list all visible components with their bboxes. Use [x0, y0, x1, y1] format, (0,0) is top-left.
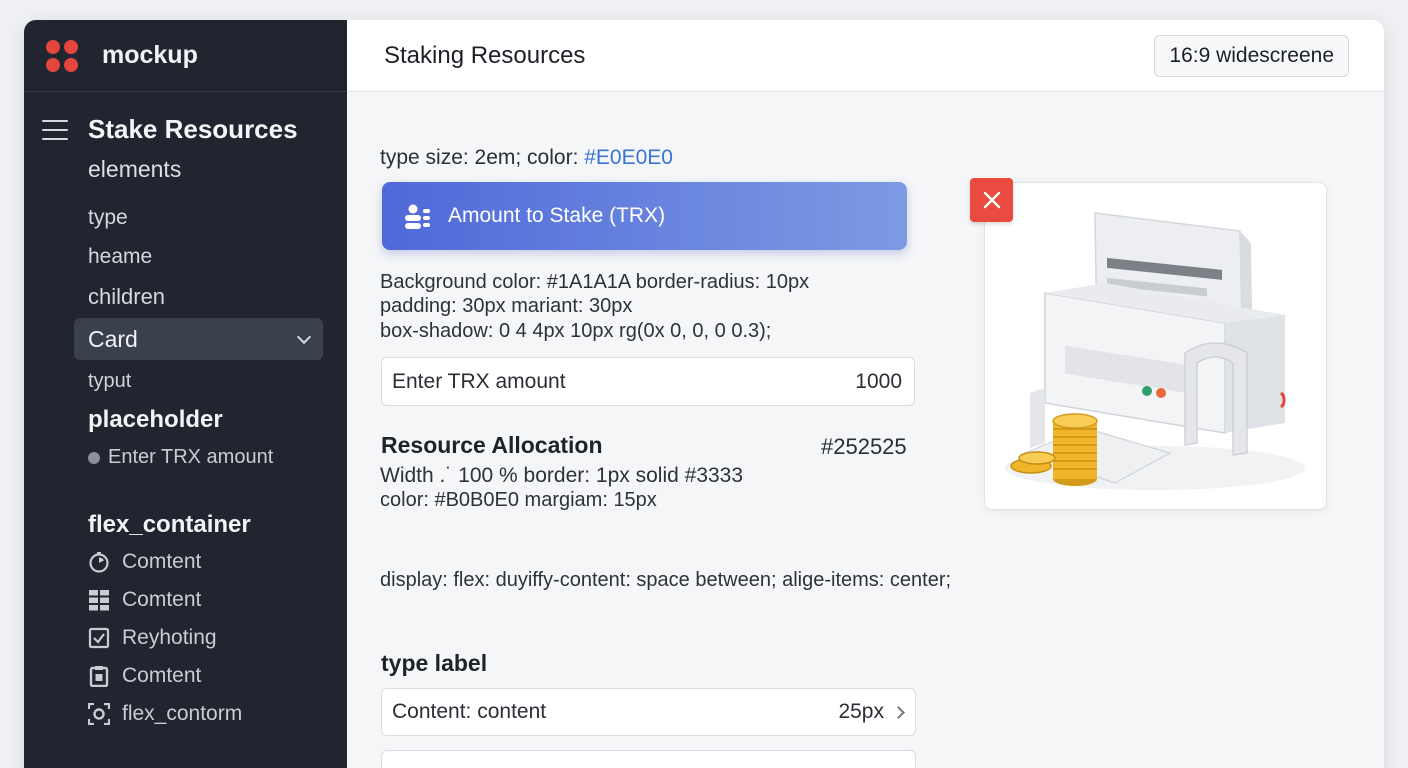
component-type-select[interactable]: Card	[74, 318, 323, 360]
grid-icon	[89, 590, 109, 611]
flex-container-heading: flex_container	[88, 511, 251, 538]
aspect-ratio-button[interactable]: 16:9 widescreene	[1154, 35, 1349, 77]
flex-style-line: display: flex: duyiffy-content: space be…	[380, 569, 952, 591]
resource-allocation-title: Resource Allocation	[381, 432, 603, 458]
sidebar: mockup Stake Resources elements type hea…	[24, 20, 347, 768]
color-line: color: #B0B0E0 margiam: 15px	[380, 489, 657, 511]
content-row-label: Content: content	[392, 700, 547, 723]
checkbox-icon	[88, 627, 110, 649]
flex-item-reyhoting[interactable]: Reyhoting	[88, 626, 217, 650]
type-size-line: type size: 2em; color: #E0E0E0	[380, 146, 673, 170]
stake-button-label: Amount to Stake (TRX)	[448, 204, 666, 227]
top-bar: Staking Resources 16:9 widescreene	[347, 20, 1384, 92]
flex-item-contorm[interactable]: flex_contorm	[88, 702, 242, 726]
page-title: Staking Resources	[384, 42, 586, 69]
content-row-value: 25px	[838, 700, 884, 723]
sidebar-item-children[interactable]: children	[88, 284, 165, 310]
flex-item-label: flex_contorm	[122, 702, 243, 725]
type-size-text: type size: 2em; color:	[380, 146, 585, 169]
logo-icon	[46, 39, 78, 72]
focus-icon	[88, 703, 110, 725]
trx-amount-input[interactable]: Enter TRX amount 1000	[381, 357, 915, 406]
hamburger-menu-icon[interactable]	[42, 119, 68, 140]
chevron-right-icon	[892, 705, 905, 719]
width-line: Width .˙ 100 % border: 1px solid #3333	[380, 464, 744, 487]
trx-input-placeholder: Enter TRX amount	[392, 369, 566, 393]
close-icon	[983, 191, 1000, 209]
app-name: mockup	[102, 41, 198, 69]
logo-row: mockup	[24, 20, 347, 92]
style-line-1: Background color: #1A1A1A border-radius:…	[380, 271, 810, 293]
illustration-card	[984, 182, 1327, 510]
select-value: Card	[88, 325, 138, 352]
sidebar-header: Stake Resources	[42, 114, 298, 145]
style-line-2: padding: 30px mariant: 30px	[380, 295, 633, 317]
users-icon	[405, 204, 430, 229]
sidebar-title: Stake Resources	[88, 114, 298, 144]
next-content-row[interactable]	[381, 750, 916, 768]
sidebar-item-heame[interactable]: heame	[88, 245, 152, 269]
content-row-value-wrap: 25px	[838, 700, 905, 724]
flex-item-content-2[interactable]: Comtent	[88, 588, 201, 612]
sidebar-label-typut: typut	[88, 370, 132, 392]
staking-machine-illustration	[1005, 212, 1305, 490]
timer-icon	[89, 552, 109, 573]
type-size-color: #E0E0E0	[584, 146, 673, 169]
close-button[interactable]	[970, 178, 1013, 222]
clipboard-icon	[89, 666, 109, 687]
flex-item-content-1[interactable]: Comtent	[88, 550, 201, 574]
app-window: mockup Stake Resources elements type hea…	[24, 20, 1384, 768]
flex-item-label: Comtent	[122, 588, 202, 611]
trx-input-value: 1000	[855, 369, 902, 393]
sidebar-subtitle: elements	[88, 156, 182, 182]
flex-item-label: Comtent	[122, 664, 202, 687]
content-row[interactable]: Content: content 25px	[381, 688, 916, 736]
sidebar-item-type[interactable]: type	[88, 206, 128, 230]
main-panel: Staking Resources 16:9 widescreene type …	[347, 20, 1384, 768]
flex-item-label: Comtent	[122, 550, 202, 573]
placeholder-heading: placeholder	[88, 406, 223, 433]
style-line-3: box-shadow: 0 4 4px 10px rg(0x 0, 0, 0 0…	[380, 320, 772, 342]
amount-to-stake-button[interactable]: Amount to Stake (TRX)	[382, 182, 907, 250]
placeholder-value: Enter TRX amount	[108, 446, 274, 468]
placeholder-value-row[interactable]: Enter TRX amount	[88, 446, 273, 469]
chevron-down-icon	[296, 329, 312, 344]
resource-hex-value: #252525	[821, 434, 907, 459]
type-label-heading: type label	[381, 650, 488, 676]
flex-item-label: Reyhoting	[122, 626, 217, 649]
flex-item-content-3[interactable]: Comtent	[88, 664, 201, 688]
bullet-icon	[88, 451, 100, 464]
